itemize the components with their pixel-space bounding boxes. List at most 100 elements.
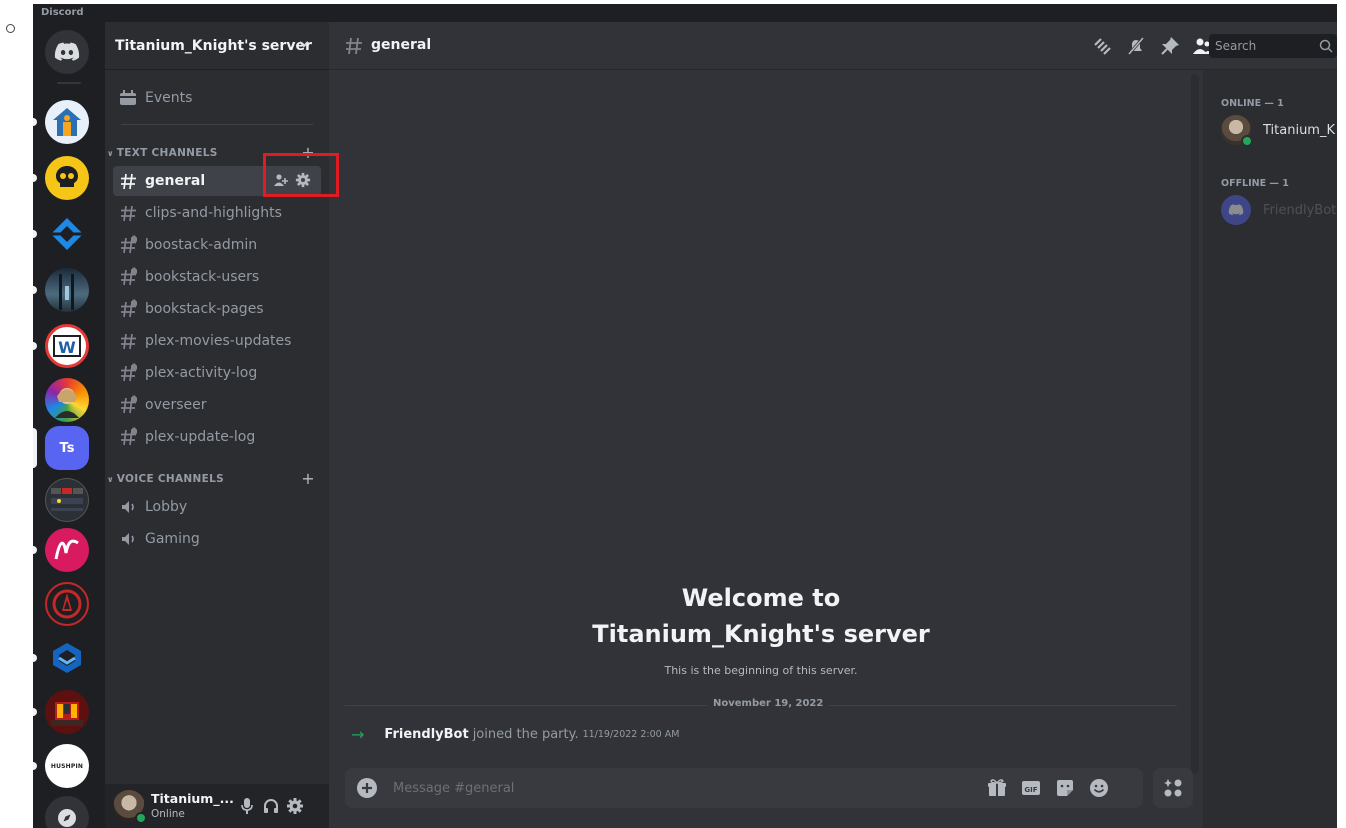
text-channel-item[interactable]: plex-activity-log (113, 358, 321, 388)
screenshot-stage: Discord W Ts HUSHPIN Titanium_Knight's s… (0, 0, 1346, 828)
voice-channel-lobby[interactable]: Lobby (113, 492, 321, 522)
online-status-indicator (135, 812, 147, 824)
server-script-icon[interactable] (45, 528, 89, 572)
text-channel-item[interactable]: bookstack-users (113, 262, 321, 292)
deafen-button[interactable] (261, 796, 281, 816)
hashtag-icon (121, 173, 136, 190)
online-members-header: ONLINE — 1 (1221, 98, 1284, 109)
server-portrait-icon[interactable] (45, 378, 89, 422)
user-status: Online (151, 808, 185, 820)
locked-hashtag-icon (121, 235, 137, 254)
text-channel-label: bookstack-users (145, 269, 260, 285)
welcome-subtext: This is the beginning of this server. (664, 664, 858, 677)
server-w-icon[interactable]: W (45, 324, 89, 368)
gear-icon (287, 798, 303, 814)
text-channel-item[interactable]: plex-movies-updates (113, 326, 321, 356)
locked-hashtag-icon (121, 427, 137, 446)
join-username[interactable]: FriendlyBot (384, 727, 468, 742)
join-message: → FriendlyBot joined the party. 11/19/20… (351, 722, 679, 746)
text-channel-label: general (145, 173, 206, 189)
channel-sidebar: Titanium_Knight's server Events ∨ TEXT C… (105, 22, 329, 828)
server-rail: W Ts HUSHPIN (33, 22, 105, 828)
voice-channel-gaming[interactable]: Gaming (113, 524, 321, 554)
cinema-icon (51, 702, 83, 726)
member-item-online[interactable]: Titanium_K (1221, 114, 1337, 147)
welcome-heading-line1: Welcome to (681, 584, 841, 612)
speaker-icon (122, 501, 134, 513)
gif-icon[interactable]: GIF (1021, 778, 1041, 798)
member-item-offline[interactable]: FriendlyBot (1221, 194, 1337, 226)
discover-button[interactable] (45, 796, 89, 828)
server-calendar-icon[interactable] (45, 478, 89, 522)
server-cinema-icon[interactable] (45, 690, 89, 734)
search-input[interactable] (1209, 34, 1309, 58)
join-text: joined the party. (472, 726, 579, 742)
forest-icon (59, 274, 74, 310)
locked-hashtag-icon (121, 363, 137, 382)
scrollbar-track[interactable] (1191, 74, 1199, 774)
server-name: Titanium_Knight's server (115, 37, 312, 54)
mute-button[interactable] (237, 796, 257, 816)
red-ring-icon (52, 589, 82, 619)
message-area: Welcome to Titanium_Knight's server This… (329, 70, 1193, 764)
date-divider: November 19, 2022 (345, 698, 1177, 712)
apps-icon (1164, 779, 1182, 797)
chevron-down-icon: ∨ (107, 474, 114, 484)
server-forest-icon[interactable] (45, 268, 89, 312)
pin-icon[interactable] (1159, 35, 1181, 57)
server-ts-icon[interactable]: Ts (45, 426, 89, 470)
search-box[interactable] (1209, 34, 1337, 58)
events-item[interactable]: Events (113, 82, 321, 114)
server-hushpin-icon[interactable]: HUSHPIN (45, 744, 89, 788)
text-channel-item[interactable]: clips-and-highlights (113, 198, 321, 228)
username[interactable]: Titanium_... (151, 791, 234, 806)
server-red-ring-icon[interactable] (45, 582, 89, 626)
text-channel-item[interactable]: boostack-admin (113, 230, 321, 260)
text-channel-item[interactable]: plex-update-log (113, 422, 321, 452)
voice-channel-label: Gaming (145, 531, 200, 547)
search-icon (1319, 39, 1333, 53)
message-timestamp: 11/19/2022 2:00 AM (582, 728, 680, 740)
discord-logo-icon (1228, 204, 1244, 216)
unread-pill (33, 708, 37, 716)
server-diamond-icon[interactable] (45, 212, 89, 256)
skull-icon (56, 166, 78, 187)
gift-icon[interactable] (987, 778, 1007, 798)
threads-icon[interactable] (1091, 35, 1113, 57)
sticker-icon[interactable] (1055, 778, 1075, 798)
user-panel: Titanium_... Online (105, 784, 329, 828)
highlight-annotation-box (263, 153, 339, 197)
text-channel-item[interactable]: overseer (113, 390, 321, 420)
server-ts-label: Ts (59, 440, 75, 456)
speaker-icon (122, 533, 134, 545)
server-house-icon[interactable] (45, 100, 89, 144)
server-blue-hex-icon[interactable] (45, 636, 89, 680)
apps-button[interactable] (1153, 768, 1193, 808)
unread-pill (33, 118, 37, 126)
blue-hex-icon (53, 643, 81, 673)
locked-hashtag-icon (121, 267, 137, 286)
selected-server-pill (33, 428, 37, 468)
text-channel-label: boostack-admin (145, 237, 258, 253)
rail-separator (57, 82, 81, 84)
direct-messages-button[interactable] (45, 30, 89, 74)
unread-pill (33, 654, 37, 662)
list-bullet (6, 24, 15, 33)
message-input[interactable] (393, 768, 953, 808)
user-settings-button[interactable] (285, 796, 305, 816)
text-channel-item[interactable]: bookstack-pages (113, 294, 321, 324)
server-skull-icon[interactable] (45, 156, 89, 200)
locked-hashtag-icon (121, 299, 137, 318)
chevron-down-icon (299, 41, 309, 48)
online-status-indicator (1241, 135, 1253, 147)
voice-channels-category[interactable]: ∨ VOICE CHANNELS + (105, 469, 329, 488)
locked-hashtag-icon (121, 395, 137, 414)
text-channels-label: TEXT CHANNELS (116, 147, 218, 159)
hashtag-icon (121, 205, 136, 222)
server-name-header[interactable]: Titanium_Knight's server (105, 22, 329, 70)
voice-channel-label: Lobby (145, 499, 188, 515)
emoji-icon[interactable] (1089, 778, 1109, 798)
notification-bell-muted-icon[interactable] (1125, 35, 1147, 57)
create-voice-channel-button[interactable]: + (301, 469, 315, 488)
add-attachment-icon[interactable] (357, 778, 377, 798)
